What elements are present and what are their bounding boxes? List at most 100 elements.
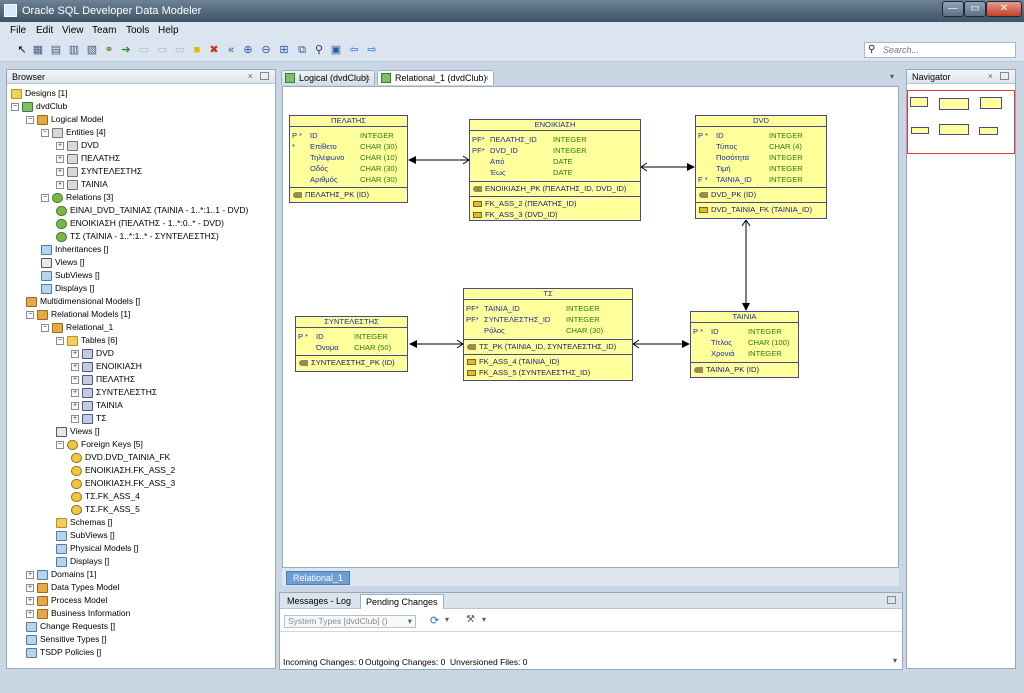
collapse-icon[interactable]: − xyxy=(26,310,34,319)
tree-item[interactable]: ΕΝΟΙΚΙΑΣΗ.FK_ASS_3 xyxy=(71,477,175,490)
tab-close-icon[interactable]: × xyxy=(484,71,489,85)
maximize-button[interactable]: ▭ xyxy=(964,1,986,17)
new-view-icon[interactable]: ▤ xyxy=(50,44,62,57)
expand-icon[interactable]: + xyxy=(71,401,79,410)
table-ts[interactable]: ΤΣ PF* ΤΑΙΝΙΑ_ID INTEGER PF* ΣΥΝΤΕΛΕΣΤΗΣ_ID… xyxy=(463,288,633,381)
tree-item[interactable]: ΕΝΟΙΚΙΑΣΗ (ΠΕΛΑΤΗΣ - 1..*:0..* - DVD) xyxy=(56,217,224,230)
tree-item[interactable]: − Relations [3] xyxy=(41,191,113,204)
tree-item[interactable]: ΤΣ.FK_ASS_5 xyxy=(71,503,140,516)
table-enoikiasi[interactable]: ΕΝΟΙΚΙΑΣΗ PF* ΠΕΛΑΤΗΣ_ID INTEGER PF* DVD_ID… xyxy=(469,119,641,221)
tab-close-icon[interactable]: × xyxy=(365,71,370,85)
minimize-button[interactable]: — xyxy=(942,1,964,17)
tools-dropdown-icon[interactable]: ▾ xyxy=(482,615,486,624)
zoom-in-icon[interactable]: ⊕ xyxy=(242,44,254,57)
tree-item[interactable]: − dvdClub xyxy=(11,100,67,113)
tab-relational[interactable]: Relational_1 (dvdClub) × xyxy=(377,70,494,85)
tree-item[interactable]: − Foreign Keys [5] xyxy=(56,438,143,451)
expand-icon[interactable]: + xyxy=(56,180,64,189)
tree-item[interactable]: + DVD xyxy=(56,139,99,152)
tree-item[interactable]: + ΤΣ xyxy=(71,412,106,425)
tree-item[interactable]: + DVD xyxy=(71,347,114,360)
fit-screen-icon[interactable]: ⊞ xyxy=(278,44,290,57)
expand-icon[interactable]: + xyxy=(56,154,64,163)
bottom-minimize-icon[interactable] xyxy=(887,596,896,604)
menu-view[interactable]: View xyxy=(62,25,84,36)
tree-item[interactable]: ΕΝΟΙΚΙΑΣΗ.FK_ASS_2 xyxy=(71,464,175,477)
system-types-select[interactable]: System Types [dvdClub] () ▾ xyxy=(284,615,416,628)
tree-item[interactable]: ΤΣ.FK_ASS_4 xyxy=(71,490,140,503)
expand-icon[interactable]: + xyxy=(71,349,79,358)
expand-icon[interactable]: + xyxy=(71,362,79,371)
tree-item[interactable]: Designs [1] xyxy=(11,87,68,100)
tree-item[interactable]: TSDP Policies [] xyxy=(26,646,101,659)
expand-icon[interactable]: + xyxy=(71,375,79,384)
expand-icon[interactable]: + xyxy=(71,388,79,397)
tree-item[interactable]: SubViews [] xyxy=(41,269,100,282)
tools-icon[interactable]: ⚒ xyxy=(466,614,475,625)
search-box[interactable]: ⚲ xyxy=(864,42,1016,58)
table-syntelestis[interactable]: ΣΥΝΤΕΛΕΣΤΗΣ P * ID INTEGER Όνομα CHAR (50) … xyxy=(295,316,408,372)
tree-item[interactable]: + ΠΕΛΑΤΗΣ xyxy=(71,373,135,386)
tree-item[interactable]: Views [] xyxy=(56,425,100,438)
diagram-canvas[interactable]: ΠΕΛΑΤΗΣ P * ID INTEGER * Επίθετο CHAR (30) Τ… xyxy=(282,86,899,568)
merge-tables-icon[interactable]: ▧ xyxy=(86,44,98,57)
tab-dropdown-icon[interactable]: ▾ xyxy=(890,72,902,82)
tree-item[interactable]: + ΠΕΛΑΤΗΣ xyxy=(56,152,120,165)
navigator-minimize-icon[interactable] xyxy=(1000,72,1009,80)
tree-item[interactable]: Physical Models [] xyxy=(56,542,139,555)
navigator-thumbnail[interactable] xyxy=(907,90,1015,154)
expand-icon[interactable]: + xyxy=(26,596,34,605)
layout-icon[interactable]: ⧉ xyxy=(296,44,308,57)
split-table-icon[interactable]: ▥ xyxy=(68,44,80,57)
tree-item[interactable]: − Entities [4] xyxy=(41,126,106,139)
tree-item[interactable]: + ΕΝΟΙΚΙΑΣΗ xyxy=(71,360,142,373)
navigator-close-icon[interactable]: × xyxy=(988,71,993,81)
tree-item[interactable]: + Domains [1] xyxy=(26,568,96,581)
tree-item[interactable]: + ΣΥΝΤΕΛΕΣΤΗΣ xyxy=(71,386,157,399)
find-icon[interactable]: ⚲ xyxy=(313,44,325,57)
expand-icon[interactable]: + xyxy=(26,570,34,579)
note-icon[interactable]: ■ xyxy=(191,44,203,57)
collapse-icon[interactable]: − xyxy=(41,323,49,332)
menu-tools[interactable]: Tools xyxy=(126,25,149,36)
expand-icon[interactable]: + xyxy=(71,414,79,423)
menu-file[interactable]: File xyxy=(10,25,26,36)
tree-item[interactable]: − Relational_1 xyxy=(41,321,113,334)
collapse-icon[interactable]: − xyxy=(11,102,19,111)
tree-item[interactable]: Sensitive Types [] xyxy=(26,633,106,646)
tree-item[interactable]: Displays [] xyxy=(56,555,109,568)
tab-pending-changes[interactable]: Pending Changes xyxy=(360,594,444,609)
expand-icon[interactable]: + xyxy=(26,583,34,592)
engineer-icon[interactable]: « xyxy=(225,44,237,57)
expand-icon[interactable]: + xyxy=(56,141,64,150)
expand-icon[interactable]: + xyxy=(56,167,64,176)
table-tainia[interactable]: ΤΑΙΝΙΑ P * ID INTEGER Τίτλος CHAR (100) Χρο… xyxy=(690,311,799,378)
expand-icon[interactable]: + xyxy=(26,609,34,618)
tree-item[interactable]: Change Requests [] xyxy=(26,620,115,633)
search-input[interactable] xyxy=(883,44,1011,56)
tree-item[interactable]: + Process Model xyxy=(26,594,107,607)
forward-arrow-icon[interactable]: ⇨ xyxy=(366,44,378,57)
refresh-icon[interactable]: ⟳ xyxy=(430,614,439,627)
browser-close-icon[interactable]: × xyxy=(248,71,253,81)
delete-icon[interactable]: ✖ xyxy=(208,44,220,57)
select-pointer-icon[interactable]: ↖ xyxy=(16,44,28,57)
tab-messages-log[interactable]: Messages - Log xyxy=(282,594,356,609)
collapse-icon[interactable]: − xyxy=(56,440,64,449)
tree-item[interactable]: + ΣΥΝΤΕΛΕΣΤΗΣ xyxy=(56,165,142,178)
tree-item[interactable]: Displays [] xyxy=(41,282,94,295)
tree-item[interactable]: + Business Information xyxy=(26,607,130,620)
menu-edit[interactable]: Edit xyxy=(36,25,53,36)
new-fk-icon[interactable]: ⚭ xyxy=(103,44,115,57)
diagram-tab-relational[interactable]: Relational_1 xyxy=(286,571,351,585)
tree-item[interactable]: ΕΙΝΑΙ_DVD_ΤΑΙΝΙΑΣ (ΤΑΙΝΙΑ - 1..*:1..1 - … xyxy=(56,204,248,217)
menu-help[interactable]: Help xyxy=(158,25,179,36)
browser-minimize-icon[interactable] xyxy=(260,72,269,80)
tree-item[interactable]: − Tables [6] xyxy=(56,334,117,347)
properties-icon[interactable]: ▣ xyxy=(330,44,342,57)
tree-item[interactable]: SubViews [] xyxy=(56,529,115,542)
tree-item[interactable]: + ΤΑΙΝΙΑ xyxy=(71,399,123,412)
back-arrow-icon[interactable]: ⇦ xyxy=(348,44,360,57)
collapse-icon[interactable]: − xyxy=(41,193,49,202)
tree-item[interactable]: Views [] xyxy=(41,256,85,269)
